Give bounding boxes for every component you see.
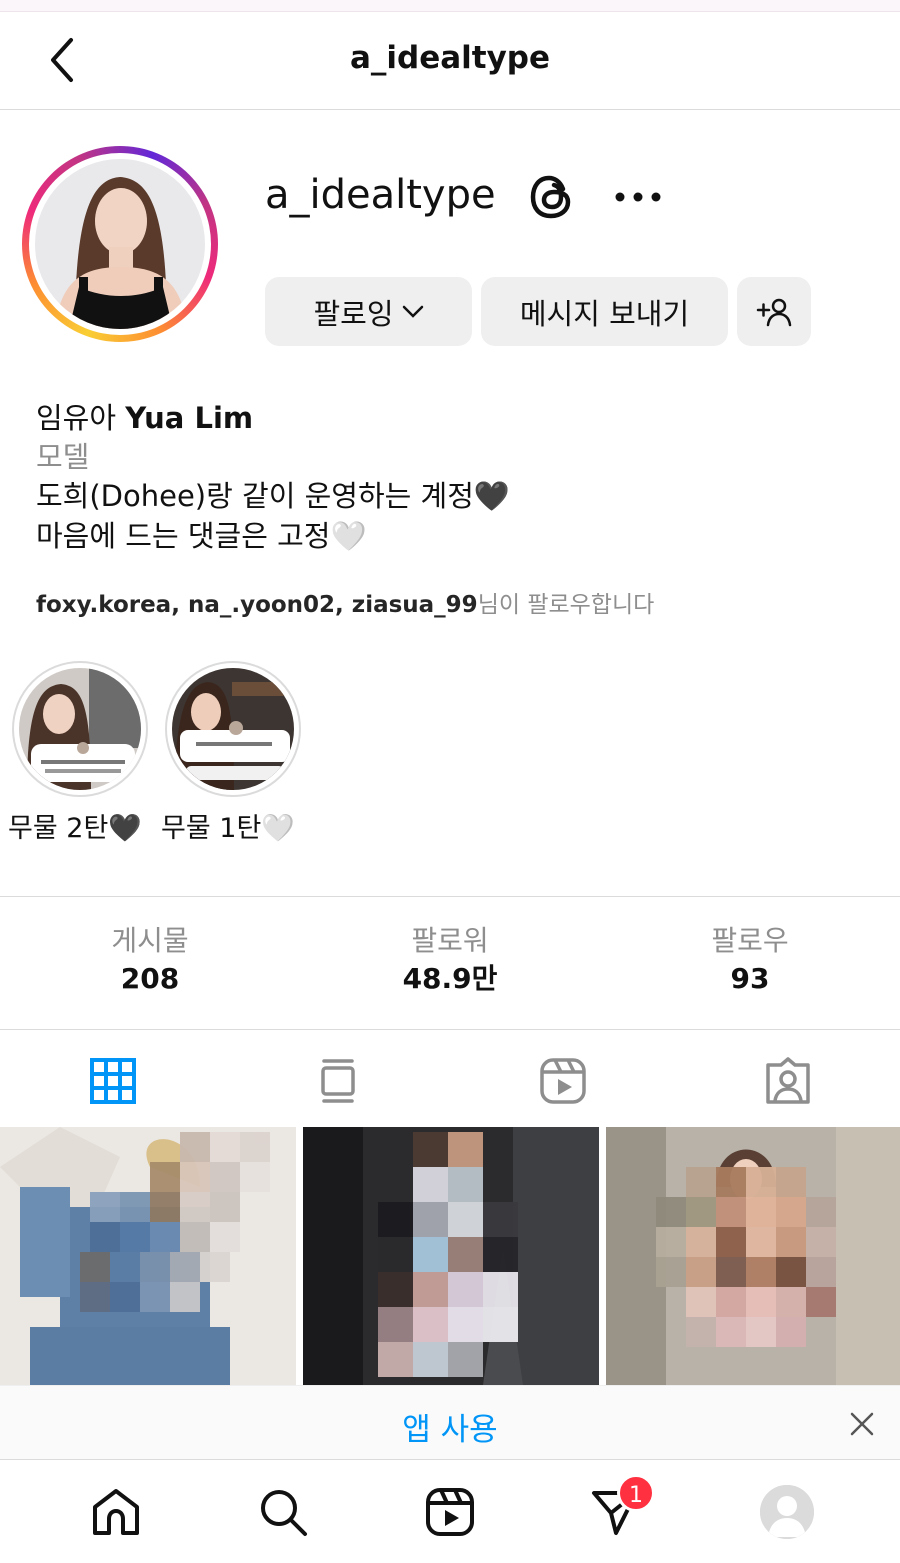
story-highlight[interactable]: 무물 2탄🖤 [8, 661, 148, 844]
profile-name: 임유아 Yua Lim [36, 401, 254, 435]
story-highlight[interactable]: 무물 1탄🤍 [161, 661, 301, 844]
post-grid [0, 1127, 900, 1385]
highlight-thumbnail [172, 668, 294, 790]
chevron-down-icon [402, 305, 423, 318]
bio-line: 마음에 드는 댓글은 고정🤍 [36, 519, 367, 553]
grid-icon [90, 1058, 136, 1104]
bio-line: 도희(Dohee)랑 같이 운영하는 계정🖤 [36, 479, 511, 513]
tagged-icon [766, 1057, 810, 1104]
stat-posts[interactable]: 게시물 208 [0, 923, 300, 999]
home-icon [93, 1489, 139, 1535]
message-label: 메시지 보내기 [519, 296, 690, 331]
stat-following[interactable]: 팔로우 93 [600, 923, 900, 999]
message-button[interactable]: 메시지 보내기 [481, 277, 728, 346]
open-app-link[interactable]: 앱 사용 [0, 1404, 900, 1449]
top-header: a_idealtype [0, 12, 900, 110]
close-banner-button[interactable] [842, 1404, 882, 1444]
post-thumbnail[interactable] [0, 1127, 296, 1385]
tab-grid[interactable] [85, 1053, 141, 1109]
profile-username: a_idealtype [265, 172, 496, 218]
open-app-banner: 앱 사용 [0, 1385, 900, 1459]
tab-reels[interactable] [535, 1053, 591, 1109]
add-user-icon [756, 298, 792, 326]
followed-by-users: foxy.korea, na_.yoon02, ziasua_99 [36, 592, 478, 618]
post-thumbnail[interactable] [303, 1127, 599, 1385]
search-icon [261, 1490, 307, 1536]
profile-icon [760, 1485, 814, 1539]
more-options-button[interactable] [608, 172, 668, 222]
content-tabs [0, 1031, 900, 1127]
notification-badge: 1 [617, 1474, 655, 1512]
reels-icon [540, 1058, 586, 1104]
threads-button[interactable] [526, 170, 580, 224]
profile-bio: 임유아 Yua Lim 모델 도희(Dohee)랑 같이 운영하는 계정🖤 마음… [36, 398, 876, 556]
status-strip [0, 0, 900, 12]
nav-profile[interactable] [757, 1482, 817, 1542]
page-title: a_idealtype [349, 40, 551, 76]
post-thumbnail[interactable] [606, 1127, 900, 1385]
following-button[interactable]: 팔로잉 [265, 277, 472, 346]
nav-home[interactable] [86, 1482, 146, 1542]
following-label: 팔로잉 [313, 296, 394, 331]
nav-reels[interactable] [420, 1482, 480, 1542]
stat-followers[interactable]: 팔로워 48.9만 [300, 923, 600, 999]
followed-by-suffix: 님이 팔로우합니다 [477, 592, 655, 618]
highlight-label: 무물 2탄🖤 [8, 813, 142, 844]
add-user-button[interactable] [737, 277, 811, 346]
tab-tagged[interactable] [760, 1053, 816, 1109]
reels-icon [426, 1488, 474, 1536]
profile-avatar[interactable] [22, 146, 218, 342]
close-icon [850, 1412, 874, 1436]
tab-feed[interactable] [310, 1053, 366, 1109]
followed-by[interactable]: foxy.korea, na_.yoon02, ziasua_99님이 팔로우합… [36, 585, 654, 619]
profile-category: 모델 [36, 440, 90, 474]
bottom-navigation: 1 [0, 1459, 900, 1563]
more-icon [615, 192, 661, 202]
highlight-thumbnail [19, 668, 141, 790]
feed-icon [321, 1059, 355, 1103]
profile-stats: 게시물 208 팔로워 48.9만 팔로우 93 [0, 896, 900, 1030]
threads-icon [530, 175, 571, 219]
highlight-label: 무물 1탄🤍 [161, 813, 295, 844]
nav-search[interactable] [253, 1482, 313, 1542]
avatar-photo [35, 159, 205, 329]
